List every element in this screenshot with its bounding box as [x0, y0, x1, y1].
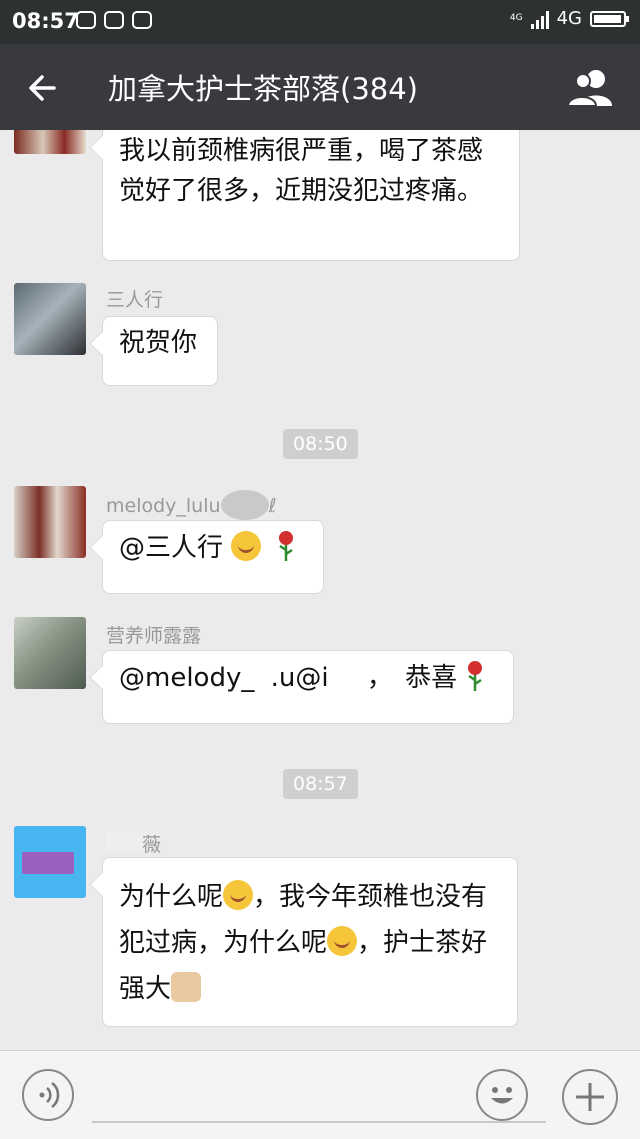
notification-icon: [76, 11, 96, 29]
network-small-label: 4G: [509, 13, 523, 23]
plus-icon: [576, 1083, 604, 1111]
smile-emoji-icon: [223, 880, 254, 910]
message-bubble[interactable]: @melody_ .u@i ， 恭喜: [102, 650, 514, 724]
battery-icon: [590, 10, 629, 27]
avatar[interactable]: [14, 617, 86, 689]
status-time: 08:57: [12, 9, 79, 33]
network-label: 4G: [556, 8, 582, 29]
smile-emoji-icon: [327, 926, 358, 956]
emoji-icon: [491, 1087, 513, 1104]
redaction-mark: [106, 831, 142, 851]
message-text: 我以前颈椎病很严重，喝了茶感觉好了很多，近期没犯过疼痛。: [119, 136, 484, 206]
message-text: .u@i: [270, 663, 329, 693]
rose-icon: [278, 531, 293, 561]
avatar[interactable]: [14, 486, 86, 558]
avatar[interactable]: [14, 283, 86, 355]
sender-name: melody_lulu: [106, 495, 221, 517]
message-list[interactable]: 我以前颈椎病很严重，喝了茶感觉好了很多，近期没犯过疼痛。 三人行 祝贺你 08:…: [0, 130, 640, 1050]
sender-name: 三人行: [106, 289, 164, 311]
message-text: ，: [366, 663, 393, 693]
back-arrow-icon[interactable]: [24, 68, 64, 108]
notification-icon: [132, 11, 152, 29]
smile-emoji-icon: [231, 531, 262, 561]
chat-title: 加拿大护士茶部落(384): [108, 72, 418, 106]
avatar[interactable]: [14, 130, 86, 154]
message-text: 恭喜: [405, 663, 458, 693]
sender-name: 薇: [142, 834, 162, 856]
message-text: 祝贺你: [119, 328, 198, 358]
sender-name: 营养师露露: [106, 625, 202, 647]
timestamp: 08:50: [283, 429, 358, 459]
more-options-button[interactable]: [562, 1069, 618, 1125]
thumbs-up-icon: [171, 972, 202, 1002]
message-bubble[interactable]: 为什么呢 ，我今年颈椎也没有犯过病，为什么呢 ，护士茶好强大: [102, 857, 518, 1027]
emoji-button[interactable]: [476, 1069, 528, 1121]
message-bubble[interactable]: 我以前颈椎病很严重，喝了茶感觉好了很多，近期没犯过疼痛。: [102, 130, 520, 261]
message-bubble[interactable]: 祝贺你: [102, 316, 218, 386]
chat-header: 加拿大护士茶部落(384): [0, 44, 640, 130]
avatar[interactable]: [14, 826, 86, 898]
input-bar: [0, 1050, 640, 1139]
redaction-mark: [220, 490, 269, 520]
group-members-icon[interactable]: [566, 66, 616, 110]
message-bubble[interactable]: @三人行: [102, 520, 324, 594]
signal-icon: [530, 9, 549, 29]
voice-icon: [39, 1082, 60, 1108]
sender-name-suffix: ℓ: [268, 495, 277, 517]
message-text: @三人行: [119, 533, 232, 563]
rose-icon: [468, 661, 483, 691]
voice-button[interactable]: [22, 1069, 74, 1121]
notification-icon: [104, 11, 124, 29]
timestamp: 08:57: [283, 769, 358, 799]
message-text: @melody_: [119, 663, 255, 693]
status-bar: 08:57 4G 4G: [0, 0, 640, 44]
message-text: 为什么呢: [119, 882, 224, 912]
